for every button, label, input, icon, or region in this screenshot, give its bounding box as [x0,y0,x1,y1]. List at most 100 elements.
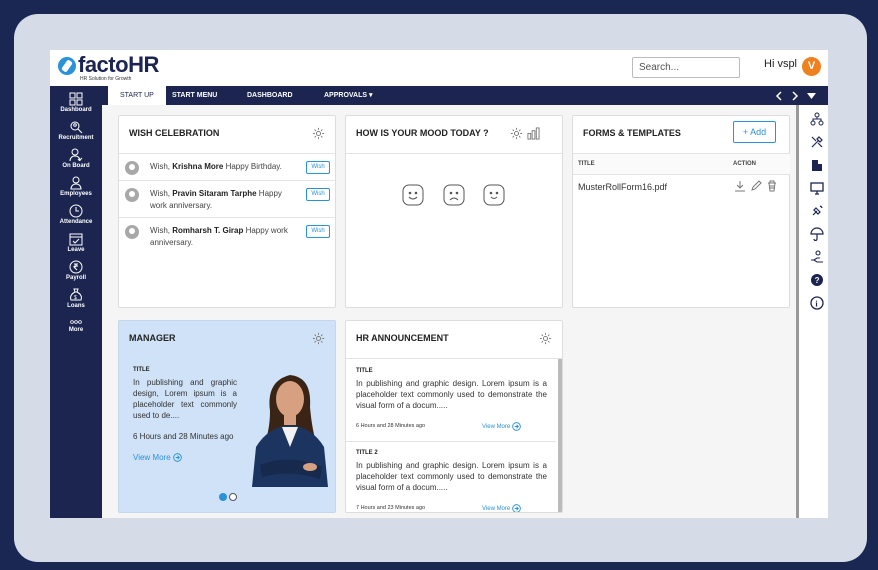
monitor-icon[interactable] [810,181,824,195]
card-title: WISH CELEBRATION [129,128,220,138]
arrow-circle-right-icon [512,504,522,512]
logo-wordmark: factoHR [78,52,159,77]
add-button[interactable]: + Add [733,121,776,143]
top-bar: factoHR HR Solution for Growth Hi vspl V [50,50,828,86]
forms-templates-card: FORMS & TEMPLATES + Add TITLE ACTION Mus… [572,115,790,308]
hand-money-icon[interactable] [810,250,824,264]
column-header-title: TITLE [578,161,595,167]
card-title: MANAGER [129,333,176,343]
help-icon[interactable]: ? [810,273,824,287]
logo[interactable]: factoHR HR Solution for Growth [58,54,159,84]
list-item: Wish, Romharsh T. Girap Happy work anniv… [119,218,336,252]
trash-icon[interactable] [766,180,778,192]
svg-text:$: $ [74,295,77,301]
view-more-link[interactable]: View More [482,422,522,431]
sidebar-item-more[interactable]: More [50,318,102,333]
svg-text:?: ? [815,276,820,285]
bar-chart-icon[interactable] [527,127,540,140]
manager-photo [248,361,332,487]
sidebar-item-attendance[interactable]: Attendance [50,204,102,225]
svg-text:i: i [815,300,818,309]
more-icon [70,320,82,324]
wish-button[interactable]: Wish [306,188,330,201]
timestamp: 7 Hours and 23 Minutes ago [356,505,426,511]
gear-icon[interactable] [510,127,523,140]
tab-dashboard[interactable]: DASHBOARD [247,86,293,105]
user-avatar[interactable]: V [802,57,821,76]
rupee-icon [69,260,83,274]
card-title: HOW IS YOUR MOOD TODAY ? [356,128,489,138]
gear-icon[interactable] [312,127,325,140]
user-icon [70,176,82,190]
announcement-text: In publishing and graphic design. Lorem … [356,461,547,492]
sidebar-item-loans[interactable]: $ Loans [50,288,102,309]
announcement-item: TITLE 2 In publishing and graphic design… [356,448,547,493]
card-title: FORMS & TEMPLATES [583,128,681,138]
arrow-circle-right-icon [512,422,522,431]
tools-icon[interactable] [810,135,824,149]
announcement-scrollbar[interactable] [558,359,562,512]
logo-tagline: HR Solution for Growth [80,76,132,82]
grid-icon [69,92,83,106]
announcement-item: TITLE In publishing and graphic design. … [356,366,547,411]
file-name[interactable]: MusterRollForm16.pdf [578,182,667,192]
carousel-dot-active[interactable] [219,493,227,501]
caret-down-icon[interactable] [807,92,816,99]
org-chart-icon[interactable] [810,112,824,126]
sidebar-item-on-board[interactable]: On Board [50,148,102,169]
mood-card: HOW IS YOUR MOOD TODAY ? [345,115,563,308]
avatar [125,225,139,239]
card-title: HR ANNOUNCEMENT [356,333,449,343]
money-bag-icon: $ [70,288,82,301]
sidebar-item-leave[interactable]: Leave [50,232,102,253]
right-toolbar: ? i [805,105,828,518]
gear-icon[interactable] [312,332,325,345]
clock-icon [69,204,83,218]
announcement-text: In publishing and graphic design. Lorem … [356,379,547,410]
timestamp: 6 Hours and 28 Minutes ago [133,432,234,441]
avatar [125,188,139,202]
umbrella-icon[interactable] [810,227,824,241]
search-input[interactable] [632,57,740,78]
view-more-link[interactable]: View More [133,452,182,463]
chevron-right-icon[interactable] [791,90,799,101]
tab-approvals[interactable]: APPROVALS ▾ [324,86,373,105]
scrollbar[interactable] [796,105,799,518]
tab-start-up[interactable]: START UP [108,86,166,107]
wish-button[interactable]: Wish [306,161,330,174]
sidebar: Dashboard Recruitment On Board Employees… [50,86,102,518]
gear-icon[interactable] [539,332,552,345]
sidebar-item-employees[interactable]: Employees [50,176,102,197]
main-nav: START UP START MENU DASHBOARD APPROVALS … [102,86,828,107]
sidebar-item-dashboard[interactable]: Dashboard [50,92,102,113]
info-icon[interactable]: i [810,296,824,310]
logo-mark-icon [58,57,76,75]
view-more-link[interactable]: View More [482,504,522,512]
edit-icon[interactable] [750,180,762,192]
wish-celebration-card: WISH CELEBRATION Wish, Krishna More Happ… [118,115,336,308]
table-header: TITLE ACTION [573,153,790,175]
tab-start-menu[interactable]: START MENU [172,86,217,105]
building-icon[interactable] [810,158,824,172]
sidebar-item-payroll[interactable]: Payroll [50,260,102,281]
download-icon[interactable] [734,180,746,192]
smile-face-icon[interactable] [483,184,505,206]
arrow-circle-right-icon [172,453,182,462]
sidebar-item-recruitment[interactable]: Recruitment [50,120,102,141]
item-title: TITLE 2 [356,450,378,456]
manager-card: MANAGER TITLE In publishing and graphic … [118,320,336,513]
list-item: Wish, Pravin Sitaram Tarphe Happy work a… [119,181,336,215]
sad-face-icon[interactable] [443,184,465,206]
manager-text: In publishing and graphic design, Lorem … [133,378,237,420]
avatar [125,161,139,175]
happy-face-icon[interactable] [402,184,424,206]
user-check-icon [69,148,83,162]
carousel-dot[interactable] [229,493,237,501]
wish-button[interactable]: Wish [306,225,330,238]
search-user-icon [70,121,83,134]
satellite-icon[interactable] [810,204,824,218]
timestamp: 6 Hours and 28 Minutes ago [356,423,426,429]
column-header-action: ACTION [733,161,756,167]
user-greeting: Hi vspl [764,58,798,70]
chevron-left-icon[interactable] [775,90,783,101]
